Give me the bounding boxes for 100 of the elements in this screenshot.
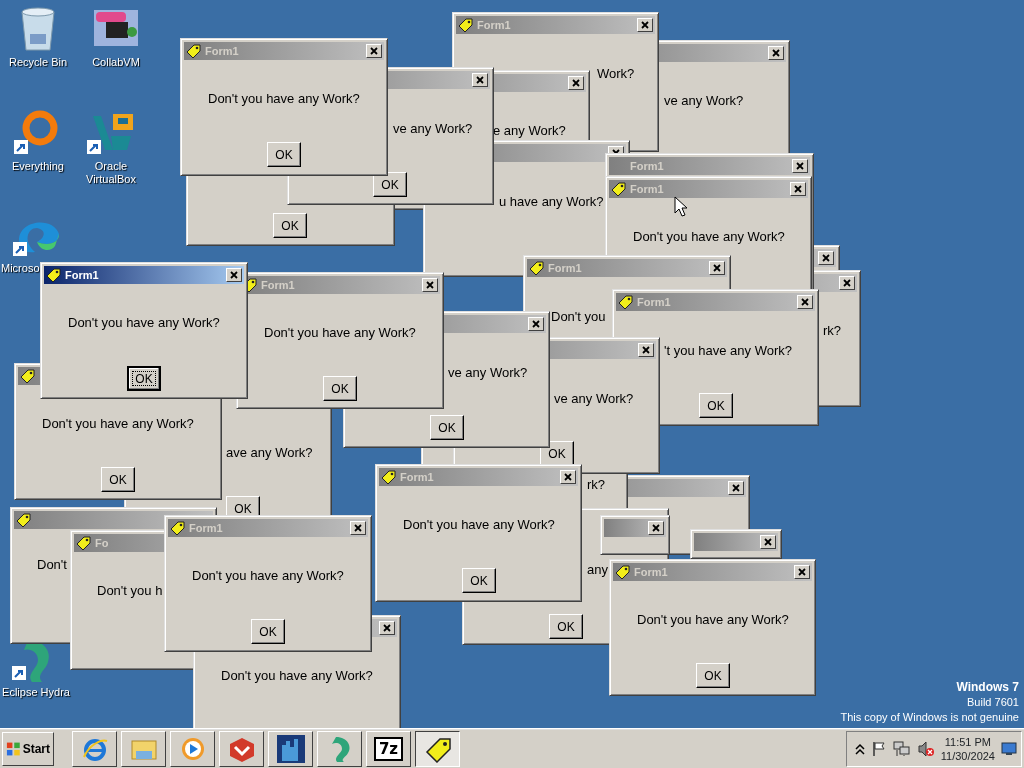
close-icon [763,538,773,546]
icon-label[interactable]: CollabVM [92,56,140,69]
close-icon [795,162,805,170]
ok-button[interactable]: OK [127,366,161,391]
clock-time[interactable]: 11:51 PM [944,734,991,749]
window-title: Form1 [477,18,511,32]
muted-speaker-icon[interactable] [916,740,935,757]
message-text: Don't you have any Work? [192,568,344,584]
window-title: Form1 [548,261,582,275]
ok-button[interactable]: OK [323,376,357,401]
message-text: any [587,562,608,578]
close-icon [842,279,852,287]
ok-button[interactable]: OK [373,172,407,197]
close-button[interactable] [638,343,654,357]
message-text: ve any Work? [393,121,473,137]
clock-date[interactable]: 11/30/2024 [940,748,995,763]
close-button[interactable] [648,521,664,535]
message-text: rk? [823,323,842,339]
close-icon [571,79,581,87]
close-button[interactable] [528,317,544,331]
ok-button[interactable]: OK [462,568,496,593]
message-text: ve any Work? [554,391,634,407]
message-text: Don't [37,557,67,573]
close-button[interactable] [709,261,725,275]
message-text: e any Work? [493,123,566,139]
message-text: Work? [597,66,635,82]
close-icon [651,524,661,532]
close-button[interactable] [422,278,438,292]
close-button[interactable] [768,46,784,60]
close-button[interactable] [350,521,366,535]
icon-label[interactable]: Eclipse Hydra [2,686,70,699]
ok-button[interactable]: OK [549,614,583,639]
close-button[interactable] [728,481,744,495]
close-button[interactable] [560,470,576,484]
start-button[interactable]: Start [2,731,54,766]
message-text: Don't you [551,309,606,325]
ok-button[interactable]: OK [251,619,285,644]
close-button[interactable] [790,182,806,196]
message-text: 't you have any Work? [664,343,792,359]
close-button[interactable] [366,44,382,58]
window-title: Form1 [189,521,223,535]
message-text: Don't you h [97,583,163,599]
build-text: Build 7601 [966,695,1019,710]
close-icon [382,624,392,632]
window-title: Form1 [630,182,664,196]
icon-label[interactable]: Everything [12,160,64,173]
message-text: u have any Work? [499,194,604,210]
close-button[interactable] [379,621,395,635]
network-icon[interactable] [892,740,911,757]
ok-button[interactable]: OK [699,393,733,418]
message-text: Don't you have any Work? [42,416,194,432]
close-button[interactable] [839,276,855,290]
window-title: Fo [95,536,109,550]
icon-label[interactable]: Microso [1,262,40,275]
window-title: Form1 [634,565,668,579]
close-icon [712,264,722,272]
message-text: rk? [587,477,606,493]
ok-button[interactable]: OK [267,142,301,167]
close-icon [640,21,650,29]
icon-label[interactable]: Recycle Bin [8,56,68,69]
icon-label[interactable]: Oracle VirtualBox [76,160,146,186]
ok-button[interactable]: OK [101,467,135,492]
show-desktop-icon[interactable] [1001,740,1017,757]
castle-icon [276,734,305,763]
taskbar-button[interactable] [415,730,460,767]
close-button[interactable] [818,251,834,265]
close-button[interactable] [794,565,810,579]
close-button[interactable] [568,76,584,90]
close-icon [563,473,573,481]
close-icon [475,76,485,84]
close-icon [353,524,363,532]
message-text: Don't you have any Work? [264,325,416,341]
window-title: Form1 [637,295,671,309]
close-button[interactable] [792,159,808,173]
close-icon [531,320,541,328]
close-button[interactable] [637,18,653,32]
ok-button[interactable]: OK [696,663,730,688]
message-text: Don't you have any Work? [221,668,373,684]
close-button[interactable] [472,73,488,87]
close-icon [797,568,807,576]
message-text: ve any Work? [664,93,744,109]
edition-text: Windows 7 [955,680,1019,695]
close-button[interactable] [760,535,776,549]
window-title: Form1 [261,278,295,292]
close-icon [641,346,651,354]
window-title: Form1 [205,44,239,58]
ok-button[interactable]: OK [430,415,464,440]
close-button[interactable] [797,295,813,309]
message-text: Don't you have any Work? [403,517,555,533]
message-text: Don't you have any Work? [68,315,220,331]
chevron-icon[interactable] [854,742,865,755]
taskbar-button[interactable]: 7z [366,730,411,767]
flag-icon[interactable] [870,740,887,757]
message-text: Don't you have any Work? [208,91,360,107]
close-icon [425,281,435,289]
ok-button[interactable]: OK [273,213,307,238]
windows-logo-icon [6,740,21,757]
message-text: ave any Work? [226,445,313,461]
close-button[interactable] [226,268,242,282]
message-text: ve any Work? [448,365,528,381]
